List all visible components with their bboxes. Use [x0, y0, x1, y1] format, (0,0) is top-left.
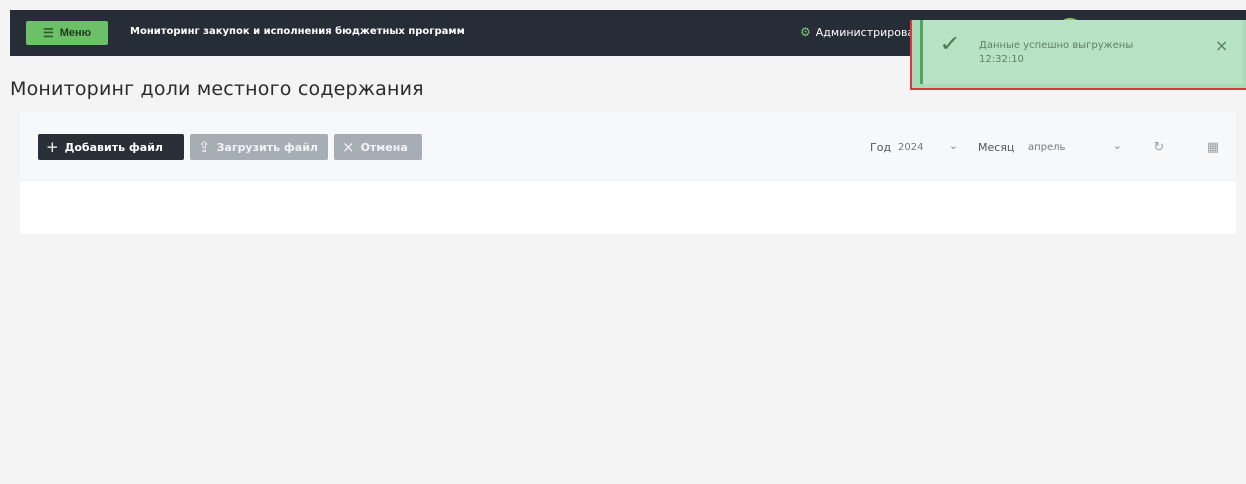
menu-button[interactable]: ☰ Меню: [26, 21, 108, 45]
export-excel-button[interactable]: ▦: [1198, 134, 1228, 160]
year-value: 2024: [898, 141, 924, 153]
hamburger-icon: ☰: [42, 26, 54, 40]
refresh-button[interactable]: ↻: [1144, 134, 1174, 160]
check-icon: ✓: [939, 32, 962, 57]
toast-message: Данные успешно выгружены: [979, 40, 1134, 51]
toast-time: 12:32:10: [979, 54, 1024, 65]
gear-icon: ⚙: [800, 25, 811, 39]
upload-file-label: Загрузить файл: [216, 140, 318, 154]
menu-button-label: Меню: [59, 27, 92, 39]
add-file-label: Добавить файл: [64, 140, 163, 154]
page-title: Мониторинг доли местного содержания: [10, 78, 424, 100]
add-file-button[interactable]: + Добавить файл: [38, 134, 184, 160]
chevron-down-icon: ⌄: [948, 139, 958, 152]
year-select[interactable]: 2024 ⌄: [892, 134, 962, 160]
main-panel: + Добавить файл ⇪ Загрузить файл × Отмен…: [20, 112, 1236, 234]
excel-icon: ▦: [1206, 139, 1220, 155]
cancel-label: Отмена: [360, 140, 408, 154]
toolbar: + Добавить файл ⇪ Загрузить файл × Отмен…: [20, 112, 1236, 181]
upload-file-button[interactable]: ⇪ Загрузить файл: [190, 134, 328, 160]
upload-icon: ⇪: [198, 138, 211, 156]
month-label: Месяц: [978, 141, 1015, 154]
close-icon: ×: [342, 138, 355, 156]
chevron-down-icon: ⌄: [1112, 139, 1122, 152]
refresh-icon: ↻: [1153, 139, 1165, 155]
close-icon[interactable]: ×: [1215, 36, 1228, 55]
app-frame: ☰ Меню Мониторинг закупок и исполнения б…: [10, 10, 1246, 484]
month-select[interactable]: апрель ⌄: [1022, 134, 1126, 160]
year-label: Год: [870, 141, 892, 154]
cancel-button[interactable]: × Отмена: [334, 134, 422, 160]
app-title: Мониторинг закупок и исполнения бюджетны…: [130, 26, 465, 37]
plus-icon: +: [46, 138, 59, 156]
toast-highlight: ✓ Данные успешно выгружены 12:32:10 ×: [910, 20, 1246, 90]
success-toast: ✓ Данные успешно выгружены 12:32:10 ×: [920, 20, 1243, 84]
month-value: апрель: [1028, 141, 1066, 153]
